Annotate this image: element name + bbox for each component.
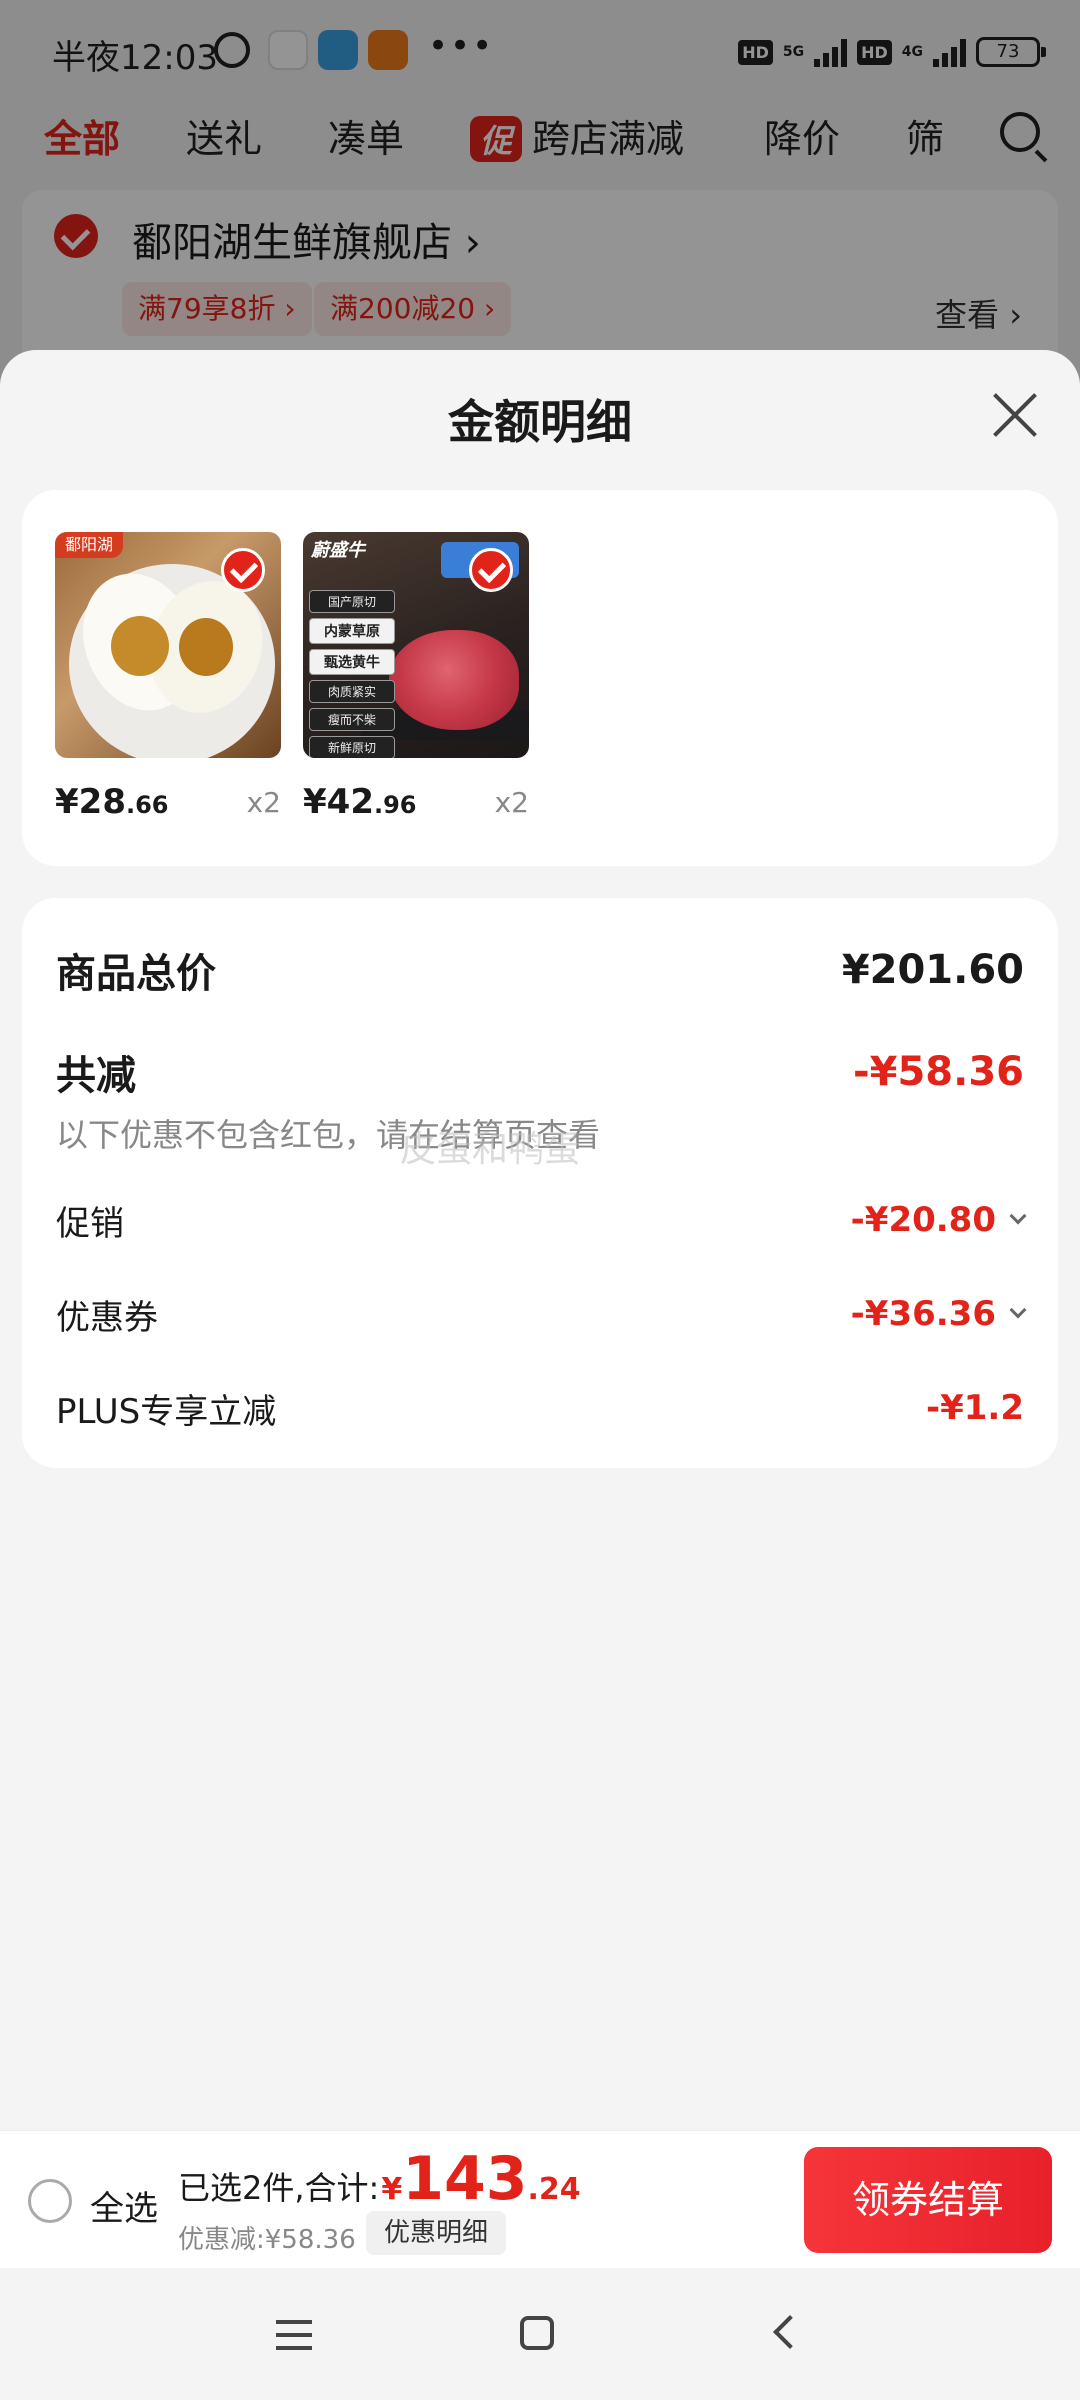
watermark-text: 皮蛋和鸭蛋 — [400, 1129, 581, 1170]
feature-label: 内蒙草原 — [309, 618, 395, 644]
coupon-label: 优惠券 — [56, 1297, 158, 1338]
system-nav-bar — [0, 2268, 1080, 2400]
product-feature-labels: 国产原切 内蒙草原 甄选黄牛 肉质紧实 瘦而不柴 新鲜原切 — [309, 590, 395, 758]
product-brand-tag: 鄱阳湖 — [55, 532, 124, 558]
select-all-label[interactable]: 全选 — [90, 2181, 158, 2230]
salted-egg-image: 鄱阳湖 — [55, 532, 281, 758]
currency-symbol: ¥ — [381, 2172, 403, 2207]
feature-label: 国产原切 — [309, 590, 395, 613]
summary-prefix: 已选2件,合计: — [178, 2169, 380, 2207]
select-all-radio[interactable] — [28, 2179, 72, 2223]
price-breakdown-card: 商品总价 ¥201.60 共减 -¥58.36 以下优惠不包含红包，请在结算页查… — [22, 898, 1058, 1468]
plus-discount-label: PLUS专享立减 — [56, 1391, 277, 1432]
total-discount-row: 共减 -¥58.36 — [56, 1040, 1024, 1104]
discount-detail-button[interactable]: 优惠明细 — [366, 2211, 507, 2255]
back-icon[interactable] — [773, 2315, 807, 2349]
amount-detail-sheet: 金额明细 鄱阳湖 ¥28.66 x2 蔚盛牛 国产原切 内蒙草原 甄选黄牛 肉质… — [0, 350, 1080, 2130]
chevron-down-icon — [1009, 1301, 1027, 1319]
feature-label: 甄选黄牛 — [309, 649, 395, 675]
coupon-value: -¥36.36 — [851, 1294, 1027, 1334]
product-selected-check-icon[interactable] — [469, 548, 513, 592]
promotion-label: 促销 — [56, 1203, 124, 1244]
feature-label: 瘦而不柴 — [309, 708, 395, 731]
total-amount-decimal: .24 — [527, 2172, 581, 2207]
promotion-value: -¥20.80 — [851, 1200, 1027, 1240]
product-item[interactable]: 鄱阳湖 ¥28.66 x2 — [55, 532, 281, 822]
checkout-button[interactable]: 领券结算 — [804, 2147, 1052, 2253]
total-price-row: 商品总价 ¥201.60 — [56, 938, 1024, 1002]
product-price: ¥42.96 — [303, 782, 417, 822]
product-quantity: x2 — [246, 786, 281, 819]
total-discount-value: -¥58.36 — [853, 1049, 1024, 1095]
home-icon[interactable] — [520, 2316, 554, 2350]
beef-image: 蔚盛牛 国产原切 内蒙草原 甄选黄牛 肉质紧实 瘦而不柴 新鲜原切 — [303, 532, 529, 758]
product-price: ¥28.66 — [55, 782, 169, 822]
plus-discount-value: -¥1.2 — [926, 1388, 1024, 1428]
chevron-down-icon — [1009, 1207, 1027, 1225]
product-brand-logo: 蔚盛牛 — [311, 540, 365, 561]
product-selected-check-icon[interactable] — [221, 548, 265, 592]
product-item[interactable]: 蔚盛牛 国产原切 内蒙草原 甄选黄牛 肉质紧实 瘦而不柴 新鲜原切 ¥42.96… — [303, 532, 529, 822]
product-quantity: x2 — [494, 786, 529, 819]
total-price-label: 商品总价 — [56, 951, 216, 997]
total-amount-integer: 143 — [402, 2144, 528, 2214]
feature-label: 新鲜原切 — [309, 736, 395, 758]
plus-discount-row: PLUS专享立减 -¥1.2 — [56, 1380, 1024, 1436]
total-price-value: ¥201.60 — [841, 947, 1024, 993]
sheet-title: 金额明细 — [448, 395, 632, 449]
selected-products-card: 鄱阳湖 ¥28.66 x2 蔚盛牛 国产原切 内蒙草原 甄选黄牛 肉质紧实 瘦而… — [22, 490, 1058, 866]
feature-label: 肉质紧实 — [309, 680, 395, 703]
promotion-row[interactable]: 促销 -¥20.80 — [56, 1192, 1027, 1248]
checkout-bar: 全选 已选2件,合计: ¥ 143 .24 优惠减:¥58.36 优惠明细 领券… — [0, 2130, 1080, 2268]
close-icon[interactable] — [990, 390, 1040, 440]
total-discount-label: 共减 — [56, 1053, 136, 1099]
coupon-row[interactable]: 优惠券 -¥36.36 — [56, 1286, 1027, 1342]
menu-icon[interactable] — [276, 2320, 312, 2350]
discount-summary: 优惠减:¥58.36 — [178, 2225, 356, 2255]
order-summary: 已选2件,合计: ¥ 143 .24 — [178, 2149, 581, 2209]
